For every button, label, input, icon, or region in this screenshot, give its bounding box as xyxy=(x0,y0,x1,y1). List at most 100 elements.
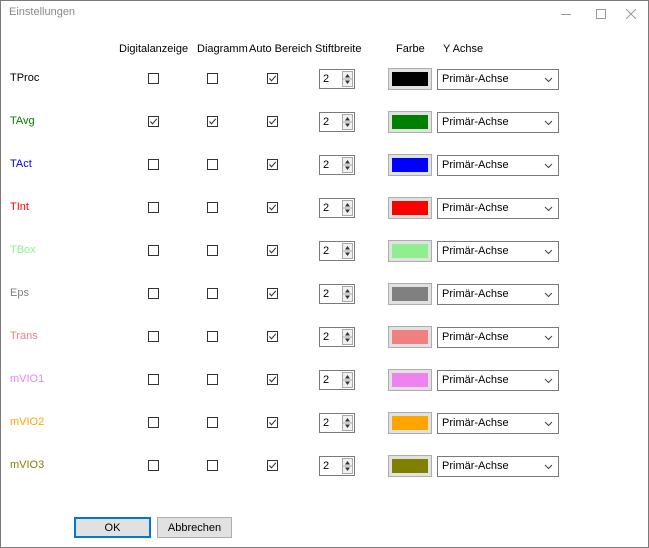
spinner-buttons[interactable] xyxy=(342,200,353,216)
auto-checkbox[interactable] xyxy=(267,73,278,84)
auto-checkbox[interactable] xyxy=(267,460,278,471)
diagramm-checkbox[interactable] xyxy=(207,374,218,385)
farbe-button[interactable] xyxy=(388,154,432,176)
up-down-arrows-icon xyxy=(343,289,352,299)
y-achse-dropdown[interactable]: Primär-Achse xyxy=(437,241,559,262)
stiftbreite-spinner[interactable]: 2 xyxy=(319,370,355,390)
spinner-buttons[interactable] xyxy=(342,458,353,474)
auto-checkbox[interactable] xyxy=(267,374,278,385)
auto-checkbox[interactable] xyxy=(267,116,278,127)
up-down-arrows-icon xyxy=(343,74,352,84)
spinner-buttons[interactable] xyxy=(342,157,353,173)
spinner-buttons[interactable] xyxy=(342,286,353,302)
farbe-button[interactable] xyxy=(388,326,432,348)
farbe-button[interactable] xyxy=(388,283,432,305)
diagramm-checkbox[interactable] xyxy=(207,159,218,170)
y-achse-dropdown[interactable]: Primär-Achse xyxy=(437,155,559,176)
title-bar[interactable]: Einstellungen xyxy=(1,1,648,26)
row-label: Eps xyxy=(10,287,29,299)
settings-content: Digitalanzeige Diagramm Auto Bereich Sti… xyxy=(1,26,648,547)
row-label: TProc xyxy=(10,72,40,84)
farbe-button[interactable] xyxy=(388,455,432,477)
stiftbreite-spinner[interactable]: 2 xyxy=(319,327,355,347)
y-achse-dropdown[interactable]: Primär-Achse xyxy=(437,327,559,348)
digital-checkbox[interactable] xyxy=(148,159,159,170)
diagramm-checkbox[interactable] xyxy=(207,202,218,213)
digital-checkbox[interactable] xyxy=(148,245,159,256)
auto-checkbox[interactable] xyxy=(267,417,278,428)
auto-checkbox[interactable] xyxy=(267,331,278,342)
y-achse-dropdown[interactable]: Primär-Achse xyxy=(437,413,559,434)
spinner-buttons[interactable] xyxy=(342,114,353,130)
auto-checkbox[interactable] xyxy=(267,245,278,256)
spinner-buttons[interactable] xyxy=(342,329,353,345)
farbe-button[interactable] xyxy=(388,369,432,391)
spinner-buttons[interactable] xyxy=(342,243,353,259)
y-achse-dropdown[interactable]: Primär-Achse xyxy=(437,112,559,133)
farbe-button[interactable] xyxy=(388,68,432,90)
farbe-button[interactable] xyxy=(388,111,432,133)
stiftbreite-spinner[interactable]: 2 xyxy=(319,155,355,175)
y-achse-dropdown[interactable]: Primär-Achse xyxy=(437,69,559,90)
digital-checkbox[interactable] xyxy=(148,331,159,342)
cancel-button[interactable]: Abbrechen xyxy=(157,517,232,538)
color-swatch xyxy=(392,330,428,344)
color-swatch xyxy=(392,244,428,258)
diagramm-checkbox[interactable] xyxy=(207,288,218,299)
stiftbreite-spinner[interactable]: 2 xyxy=(319,284,355,304)
digital-checkbox[interactable] xyxy=(148,116,159,127)
y-achse-dropdown[interactable]: Primär-Achse xyxy=(437,284,559,305)
chevron-down-icon xyxy=(544,378,553,384)
y-achse-dropdown[interactable]: Primär-Achse xyxy=(437,456,559,477)
digital-checkbox[interactable] xyxy=(148,73,159,84)
maximize-button[interactable] xyxy=(584,1,618,26)
stiftbreite-value: 2 xyxy=(323,159,330,171)
chevron-down-icon xyxy=(544,335,553,341)
diagramm-checkbox[interactable] xyxy=(207,417,218,428)
settings-window: Einstellungen Digitalanzeige Diagramm Au… xyxy=(0,0,649,548)
minimize-button[interactable] xyxy=(549,1,583,26)
spinner-buttons[interactable] xyxy=(342,415,353,431)
y-achse-dropdown[interactable]: Primär-Achse xyxy=(437,198,559,219)
diagramm-checkbox[interactable] xyxy=(207,460,218,471)
digital-checkbox[interactable] xyxy=(148,374,159,385)
chevron-down-icon xyxy=(544,163,553,169)
chevron-down-icon xyxy=(544,77,553,83)
y-achse-value: Primär-Achse xyxy=(442,460,509,472)
minimize-icon xyxy=(561,13,571,15)
stiftbreite-spinner[interactable]: 2 xyxy=(319,456,355,476)
digital-checkbox[interactable] xyxy=(148,202,159,213)
auto-checkbox[interactable] xyxy=(267,159,278,170)
color-swatch xyxy=(392,416,428,430)
chevron-down-icon xyxy=(544,120,553,126)
row-label: mVIO3 xyxy=(10,459,45,471)
spinner-buttons[interactable] xyxy=(342,372,353,388)
checkmark-icon xyxy=(209,118,217,125)
digital-checkbox[interactable] xyxy=(148,288,159,299)
row-label: mVIO1 xyxy=(10,373,45,385)
stiftbreite-spinner[interactable]: 2 xyxy=(319,241,355,261)
checkmark-icon xyxy=(269,75,277,82)
stiftbreite-spinner[interactable]: 2 xyxy=(319,413,355,433)
y-achse-dropdown[interactable]: Primär-Achse xyxy=(437,370,559,391)
auto-checkbox[interactable] xyxy=(267,288,278,299)
ok-button[interactable]: OK xyxy=(74,517,151,538)
farbe-button[interactable] xyxy=(388,197,432,219)
stiftbreite-value: 2 xyxy=(323,374,330,386)
diagramm-checkbox[interactable] xyxy=(207,73,218,84)
digital-checkbox[interactable] xyxy=(148,417,159,428)
digital-checkbox[interactable] xyxy=(148,460,159,471)
stiftbreite-spinner[interactable]: 2 xyxy=(319,112,355,132)
stiftbreite-spinner[interactable]: 2 xyxy=(319,198,355,218)
close-button[interactable] xyxy=(614,1,648,26)
diagramm-checkbox[interactable] xyxy=(207,116,218,127)
farbe-button[interactable] xyxy=(388,412,432,434)
farbe-button[interactable] xyxy=(388,240,432,262)
spinner-buttons[interactable] xyxy=(342,71,353,87)
stiftbreite-spinner[interactable]: 2 xyxy=(319,69,355,89)
stiftbreite-value: 2 xyxy=(323,331,330,343)
diagramm-checkbox[interactable] xyxy=(207,331,218,342)
y-achse-value: Primär-Achse xyxy=(442,245,509,257)
diagramm-checkbox[interactable] xyxy=(207,245,218,256)
auto-checkbox[interactable] xyxy=(267,202,278,213)
